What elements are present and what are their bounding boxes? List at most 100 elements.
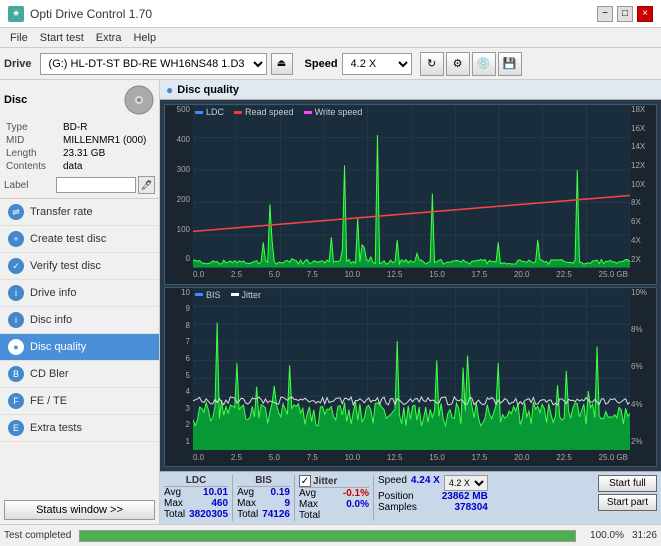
top-chart: LDC Read speed Write speed 500 400 xyxy=(164,104,657,285)
top-chart-legend: LDC Read speed Write speed xyxy=(195,107,362,117)
ldc-max-label: Max xyxy=(164,498,183,509)
bottom-x-axis: 0.0 2.5 5.0 7.5 10.0 12.5 15.0 17.5 20.0… xyxy=(193,448,628,466)
bis-avg-row: Avg 0.19 xyxy=(237,487,290,498)
sidebar-item-label: Verify test disc xyxy=(30,260,101,272)
bottom-y-axis-left: 10 9 8 7 6 5 4 3 2 1 xyxy=(165,288,193,447)
ldc-legend-label: LDC xyxy=(206,107,224,117)
divider-2 xyxy=(294,475,295,521)
disc-info-icon: i xyxy=(8,312,24,328)
sidebar-item-label: Drive info xyxy=(30,287,76,299)
close-button[interactable]: × xyxy=(637,6,653,22)
ldc-avg-row: Avg 10.01 xyxy=(164,487,228,498)
nav-list: ⇌ Transfer rate + Create test disc ✓ Ver… xyxy=(0,199,159,442)
chart-header-icon: ● xyxy=(166,83,173,97)
sidebar-item-cd-bler[interactable]: B CD Bler xyxy=(0,361,159,388)
speed-select[interactable]: 4.2 X xyxy=(342,53,412,75)
write-speed-legend: Write speed xyxy=(304,107,363,117)
sidebar-item-verify-test-disc[interactable]: ✓ Verify test disc xyxy=(0,253,159,280)
jitter-max-row: Max 0.0% xyxy=(299,499,369,510)
sidebar-item-disc-quality[interactable]: ● Disc quality xyxy=(0,334,159,361)
statusbar: Test completed 100.0% 31:26 xyxy=(0,524,661,546)
start-full-button[interactable]: Start full xyxy=(598,475,657,492)
ldc-max-row: Max 460 xyxy=(164,498,228,509)
contents-value: data xyxy=(63,161,153,172)
titlebar: ★ Opti Drive Control 1.70 − □ × xyxy=(0,0,661,28)
config-button[interactable]: ⚙ xyxy=(446,52,470,76)
left-panel: Disc Type BD-R MID MILLENMR1 (000) Lengt xyxy=(0,80,160,524)
maximize-button[interactable]: □ xyxy=(617,6,633,22)
disc-header: Disc xyxy=(4,84,155,116)
chart-header: ● Disc quality xyxy=(160,80,661,100)
eject-button[interactable]: ⏏ xyxy=(271,53,293,75)
speed-dropdown[interactable]: 4.2 X xyxy=(444,475,488,491)
disc-contents-row: Contents data xyxy=(6,161,153,172)
disc-button[interactable]: 💿 xyxy=(472,52,496,76)
sidebar-item-label: Extra tests xyxy=(30,422,82,434)
jitter-checkbox[interactable]: ✓ xyxy=(299,475,311,487)
read-speed-legend: Read speed xyxy=(234,107,294,117)
divider-3 xyxy=(373,475,374,521)
cd-bler-icon: B xyxy=(8,366,24,382)
drive-label: Drive xyxy=(4,58,32,70)
sidebar-item-create-test-disc[interactable]: + Create test disc xyxy=(0,226,159,253)
menu-starttest[interactable]: Start test xyxy=(34,31,90,45)
jitter-avg-label: Avg xyxy=(299,488,316,499)
sidebar-item-transfer-rate[interactable]: ⇌ Transfer rate xyxy=(0,199,159,226)
save-button[interactable]: 💾 xyxy=(498,52,522,76)
speed-position-stats: Speed 4.24 X 4.2 X Position 23862 MB Sam… xyxy=(378,475,488,521)
toolbar-icons: ↻ ⚙ 💿 💾 xyxy=(420,52,522,76)
create-test-icon: + xyxy=(8,231,24,247)
jitter-header: ✓ Jitter xyxy=(299,475,369,488)
progress-bar-container xyxy=(79,530,576,542)
right-panel: ● Disc quality LDC Read speed xyxy=(160,80,661,524)
bottom-y-axis-right: 10% 8% 6% 4% 2% xyxy=(628,288,656,447)
divider-1 xyxy=(232,475,233,521)
bis-legend-dot xyxy=(195,293,203,296)
label-button[interactable]: 🖊 xyxy=(138,176,155,194)
bis-avg-value: 0.19 xyxy=(271,487,290,498)
jitter-stats: ✓ Jitter Avg -0.1% Max 0.0% Total xyxy=(299,475,369,521)
samples-label: Samples xyxy=(378,502,417,513)
sidebar-item-extra-tests[interactable]: E Extra tests xyxy=(0,415,159,442)
speed-stat-label: Speed xyxy=(378,475,407,491)
menu-file[interactable]: File xyxy=(4,31,34,45)
charts-area: LDC Read speed Write speed 500 400 xyxy=(160,100,661,471)
disc-icon xyxy=(123,84,155,116)
bis-total-label: Total xyxy=(237,509,258,520)
jitter-total-row: Total xyxy=(299,510,369,521)
read-speed-legend-dot xyxy=(234,111,242,114)
sidebar-item-disc-info[interactable]: i Disc info xyxy=(0,307,159,334)
extra-tests-icon: E xyxy=(8,420,24,436)
disc-mid-row: MID MILLENMR1 (000) xyxy=(6,135,153,146)
minimize-button[interactable]: − xyxy=(597,6,613,22)
menu-extra[interactable]: Extra xyxy=(90,31,128,45)
sidebar-item-fe-te[interactable]: F FE / TE xyxy=(0,388,159,415)
ldc-total-label: Total xyxy=(164,509,185,520)
jitter-max-value: 0.0% xyxy=(346,499,369,510)
sidebar-item-drive-info[interactable]: i Drive info xyxy=(0,280,159,307)
status-window-button[interactable]: Status window >> xyxy=(4,500,155,520)
drive-select[interactable]: (G:) HL-DT-ST BD-RE WH16NS48 1.D3 xyxy=(40,53,267,75)
time-label: 31:26 xyxy=(632,530,657,541)
label-label: Label xyxy=(4,180,54,191)
contents-label: Contents xyxy=(6,161,61,172)
samples-row: Samples 378304 xyxy=(378,502,488,513)
jitter-legend-dot xyxy=(231,293,239,296)
jitter-avg-row: Avg -0.1% xyxy=(299,488,369,499)
bis-total-value: 74126 xyxy=(262,509,290,520)
menu-help[interactable]: Help xyxy=(127,31,162,45)
refresh-button[interactable]: ↻ xyxy=(420,52,444,76)
ldc-total-value: 3820305 xyxy=(189,509,228,520)
speed-label: Speed xyxy=(305,58,338,70)
transfer-rate-icon: ⇌ xyxy=(8,204,24,220)
drive-info-icon: i xyxy=(8,285,24,301)
bottom-chart-legend: BIS Jitter xyxy=(195,290,261,300)
mid-label: MID xyxy=(6,135,61,146)
verify-test-icon: ✓ xyxy=(8,258,24,274)
ldc-max-value: 460 xyxy=(211,498,228,509)
chart-title: Disc quality xyxy=(177,84,239,96)
label-input[interactable] xyxy=(56,177,136,193)
top-y-axis-right: 18X 16X 14X 12X 10X 8X 6X 4X 2X xyxy=(628,105,656,264)
start-part-button[interactable]: Start part xyxy=(598,494,657,511)
position-row: Position 23862 MB xyxy=(378,491,488,502)
